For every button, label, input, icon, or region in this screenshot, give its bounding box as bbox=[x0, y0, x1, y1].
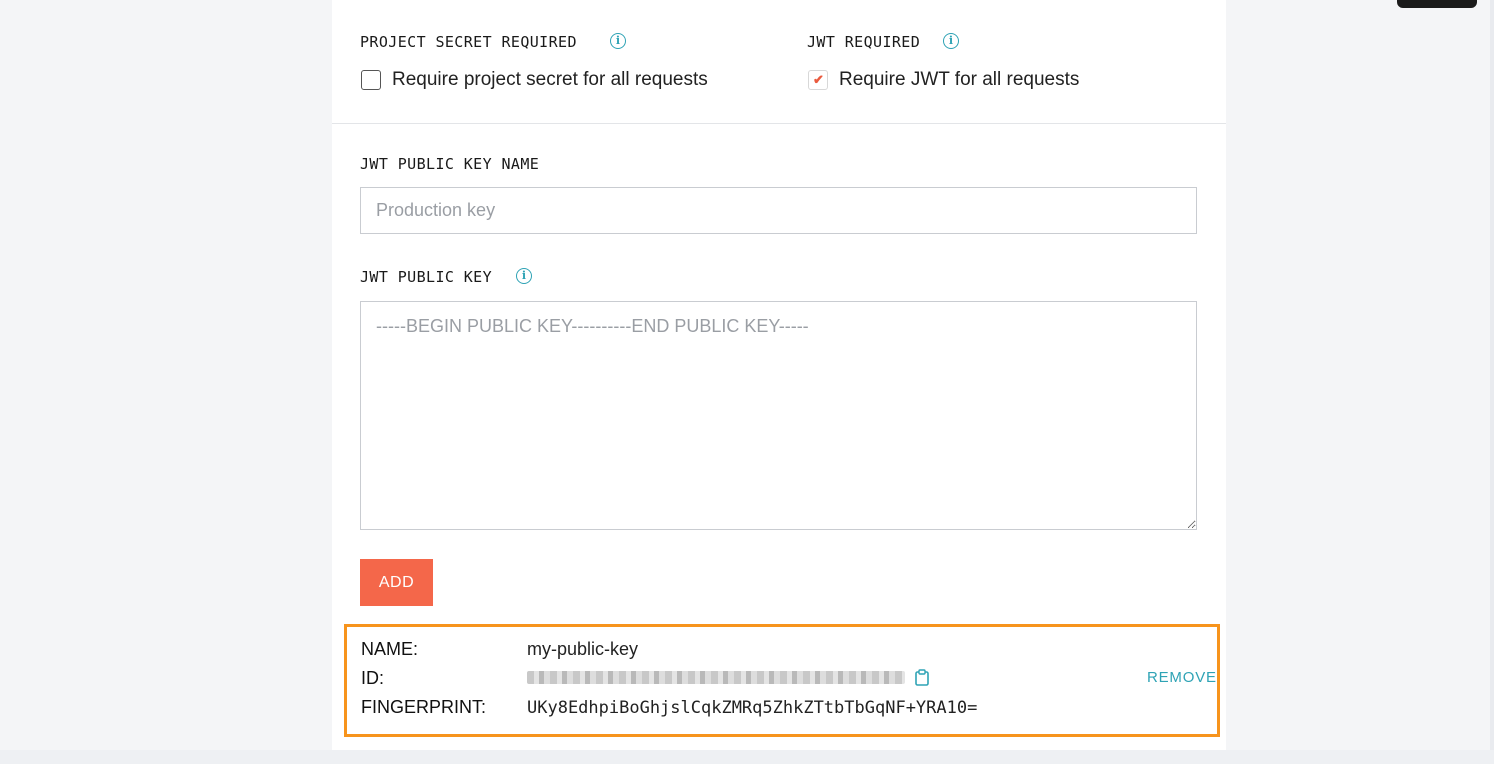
add-button[interactable]: ADD bbox=[360, 559, 433, 606]
remove-key-link[interactable]: REMOVE bbox=[1147, 669, 1217, 686]
info-icon[interactable]: i bbox=[610, 33, 626, 49]
project-secret-checkbox[interactable] bbox=[361, 70, 381, 90]
jwt-public-key-label: JWT PUBLIC KEY bbox=[360, 268, 493, 286]
jwt-key-name-label: JWT PUBLIC KEY NAME bbox=[360, 155, 540, 173]
jwt-public-key-textarea[interactable] bbox=[360, 301, 1197, 530]
info-icon[interactable]: i bbox=[943, 33, 959, 49]
jwt-key-name-input[interactable] bbox=[360, 187, 1197, 234]
page-bottom-strip bbox=[0, 750, 1494, 764]
jwt-required-checkbox-label[interactable]: Require JWT for all requests bbox=[839, 69, 1079, 91]
key-id-label: ID: bbox=[361, 668, 385, 688]
key-id-value-redacted bbox=[527, 671, 905, 684]
project-secret-label: PROJECT SECRET REQUIRED bbox=[360, 33, 577, 51]
project-secret-checkbox-label[interactable]: Require project secret for all requests bbox=[392, 69, 708, 91]
section-divider bbox=[332, 123, 1226, 124]
key-name-label: NAME: bbox=[361, 639, 419, 659]
key-fingerprint-value: UKy8EdhpiBoGhjslCqkZMRq5ZhkZTtbTbGqNF+YR… bbox=[527, 698, 978, 718]
page-right-edge bbox=[1490, 0, 1494, 764]
key-name-value: my-public-key bbox=[527, 639, 639, 659]
jwt-required-checkbox[interactable]: ✔ bbox=[808, 70, 828, 90]
top-right-widget[interactable] bbox=[1397, 0, 1477, 8]
key-fingerprint-label: FINGERPRINT: bbox=[361, 697, 487, 717]
checkmark-icon: ✔ bbox=[813, 72, 824, 87]
jwt-required-label: JWT REQUIRED bbox=[807, 33, 921, 51]
info-icon[interactable]: i bbox=[516, 268, 532, 284]
clipboard-icon[interactable] bbox=[915, 669, 929, 686]
